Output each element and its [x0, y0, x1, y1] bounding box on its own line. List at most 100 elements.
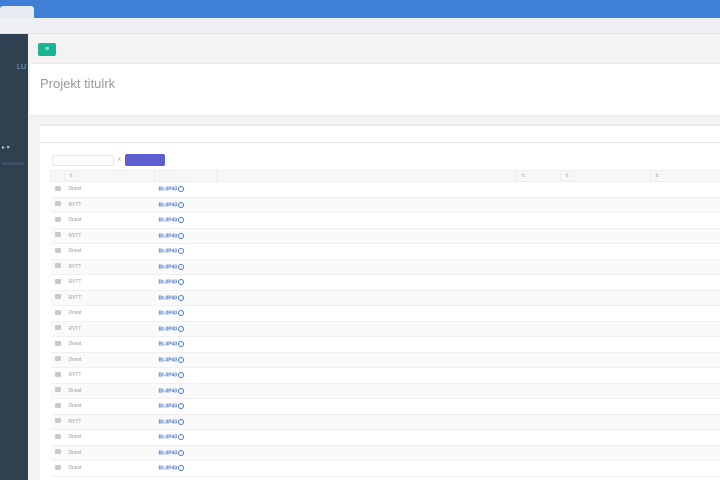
code-link[interactable]: Bt-0P40 [159, 341, 178, 347]
code-link[interactable]: Bt-0P40 [159, 388, 178, 394]
table-row[interactable]: Dnest Bt-0P40 [50, 181, 720, 198]
circle-icon[interactable] [178, 217, 185, 224]
circle-icon[interactable] [178, 248, 185, 255]
circle-icon[interactable] [178, 294, 185, 301]
circle-icon[interactable] [178, 372, 185, 379]
table-row[interactable]: RVTT Bt-0P40 [50, 414, 720, 430]
code-cell[interactable]: Bt-0P40 [154, 383, 217, 399]
row-select-cell[interactable] [50, 445, 65, 461]
row-select-cell[interactable] [50, 259, 65, 275]
code-cell[interactable]: Bt-0P40 [154, 243, 217, 260]
code-cell[interactable]: Bt-0P40 [154, 197, 217, 213]
row-select-cell[interactable] [50, 305, 65, 322]
code-cell[interactable]: Bt-0P40 [154, 367, 217, 384]
code-link[interactable]: Bt-0P40 [159, 233, 178, 239]
row-checkbox[interactable] [54, 216, 61, 222]
row-checkbox[interactable] [54, 356, 61, 362]
filter-select[interactable] [52, 154, 114, 166]
sidebar-nav-toggle[interactable]: ▸ ▾ [2, 144, 24, 151]
code-cell[interactable]: Bt-0P40 [154, 321, 217, 337]
row-select-cell[interactable] [50, 367, 65, 384]
code-cell[interactable]: Bt-0P40 [154, 259, 217, 275]
code-cell[interactable]: Bt-0P40 [154, 460, 217, 477]
menu-toggle-button[interactable]: ≡ [38, 43, 56, 56]
code-cell[interactable]: Bt-0P40 [154, 352, 217, 368]
row-select-cell[interactable] [50, 429, 65, 446]
row-select-cell[interactable] [50, 414, 65, 430]
circle-icon[interactable] [178, 356, 185, 363]
row-select-cell[interactable] [50, 352, 65, 368]
row-checkbox[interactable] [54, 464, 61, 470]
table-row[interactable]: Dnest Bt-0P40 [50, 212, 720, 229]
table-row[interactable]: RVTT Bt-0P40 [50, 228, 720, 244]
circle-icon[interactable] [178, 434, 185, 441]
code-link[interactable]: Bt-0P40 [159, 403, 178, 409]
row-checkbox[interactable] [54, 418, 61, 424]
circle-icon[interactable] [178, 418, 185, 425]
row-checkbox[interactable] [54, 247, 61, 253]
row-select-cell[interactable] [50, 181, 65, 198]
column-header[interactable]: ⇅ [650, 170, 720, 182]
row-checkbox[interactable] [54, 433, 61, 439]
row-select-cell[interactable] [50, 228, 65, 244]
table-row[interactable]: RVTT Bt-0P40 [50, 321, 720, 337]
circle-icon[interactable] [178, 387, 185, 394]
table-row[interactable]: Dnest Bt-0P40 [50, 445, 720, 461]
circle-icon[interactable] [178, 310, 185, 317]
circle-icon[interactable] [178, 325, 185, 332]
table-row[interactable]: RVTT Bt-0P40 [50, 367, 720, 384]
code-cell[interactable]: Bt-0P40 [154, 181, 217, 198]
row-select-cell[interactable] [50, 290, 65, 306]
row-checkbox[interactable] [54, 232, 61, 238]
table-row[interactable]: Dnest Bt-0P40 [50, 305, 720, 322]
code-link[interactable]: Bt-0P40 [159, 465, 178, 471]
row-checkbox[interactable] [54, 309, 61, 315]
circle-icon[interactable] [178, 232, 185, 239]
code-link[interactable]: Bt-0P40 [159, 186, 178, 192]
action-button[interactable] [125, 154, 165, 166]
row-checkbox[interactable] [54, 340, 61, 346]
table-row[interactable]: Dnest Bt-0P40 [50, 336, 720, 353]
table-row[interactable]: RVTT Bt-0P40 [50, 290, 720, 306]
code-cell[interactable]: Bt-0P40 [154, 414, 217, 430]
row-checkbox[interactable] [54, 371, 61, 377]
row-select-cell[interactable] [50, 197, 65, 213]
circle-icon[interactable] [178, 465, 185, 472]
table-row[interactable]: RVTT Bt-0P40 [50, 274, 720, 291]
row-checkbox[interactable] [54, 201, 61, 207]
row-select-cell[interactable] [50, 212, 65, 229]
row-checkbox[interactable] [54, 387, 61, 393]
code-cell[interactable]: Bt-0P40 [154, 274, 217, 291]
code-cell[interactable]: Bt-0P40 [154, 398, 217, 415]
column-header[interactable] [216, 170, 517, 182]
code-cell[interactable]: Bt-0P40 [154, 445, 217, 461]
table-row[interactable]: Dnest Bt-0P40 [50, 460, 720, 477]
table-row[interactable]: Dnest Bt-0P40 [50, 398, 720, 415]
code-link[interactable]: Bt-0P40 [159, 357, 178, 363]
row-select-cell[interactable] [50, 336, 65, 353]
code-link[interactable]: Bt-0P40 [159, 217, 178, 223]
code-link[interactable]: Bt-0P40 [159, 295, 178, 301]
code-link[interactable]: Bt-0P40 [159, 248, 178, 254]
table-row[interactable]: RVTT Bt-0P40 [50, 259, 720, 275]
row-select-cell[interactable] [50, 383, 65, 399]
table-row[interactable]: Dnest Bt-0P40 [50, 352, 720, 368]
code-link[interactable]: Bt-0P40 [159, 419, 178, 425]
code-link[interactable]: Bt-0P40 [159, 264, 178, 270]
code-cell[interactable]: Bt-0P40 [154, 305, 217, 322]
circle-icon[interactable] [178, 263, 185, 270]
code-link[interactable]: Bt-0P40 [159, 326, 178, 332]
column-header[interactable]: ⇅ [560, 170, 651, 182]
code-link[interactable]: Bt-0P40 [159, 372, 178, 378]
row-select-cell[interactable] [50, 274, 65, 291]
circle-icon[interactable] [178, 279, 185, 286]
code-cell[interactable]: Bt-0P40 [154, 212, 217, 229]
code-link[interactable]: Bt-0P40 [159, 434, 178, 440]
code-link[interactable]: Bt-0P40 [159, 202, 178, 208]
code-cell[interactable]: Bt-0P40 [154, 228, 217, 244]
sidebar-logo[interactable]: LU [0, 64, 28, 74]
circle-icon[interactable] [178, 449, 185, 456]
sidebar-item[interactable] [2, 162, 24, 165]
table-row[interactable]: Dnest Bt-0P40 [50, 243, 720, 260]
row-select-cell[interactable] [50, 321, 65, 337]
